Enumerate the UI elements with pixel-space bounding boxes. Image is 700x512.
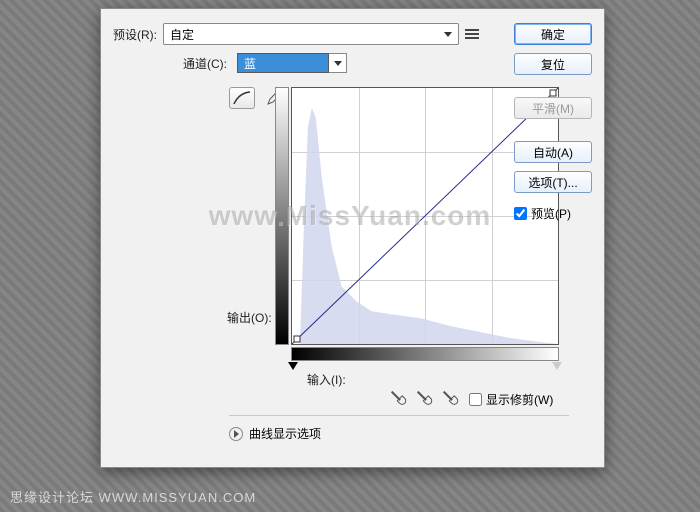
preview-label: 预览(P) — [531, 205, 571, 222]
channel-dropdown-arrow[interactable] — [329, 53, 347, 73]
curves-dialog: 预设(R): 自定 通道(C): 蓝 输出(O): — [100, 8, 605, 468]
preset-menu-icon[interactable] — [465, 29, 479, 39]
input-gradient — [291, 347, 559, 361]
ok-button[interactable]: 确定 — [514, 23, 592, 45]
white-point-slider[interactable] — [552, 362, 562, 370]
gray-eyedropper-icon[interactable] — [411, 385, 436, 410]
curve-point-shadow[interactable] — [294, 335, 301, 342]
preset-label: 预设(R): — [113, 26, 157, 43]
show-clipping-label: 显示修剪(W) — [486, 391, 553, 408]
curve-tool-icon[interactable] — [229, 87, 255, 109]
separator — [229, 415, 569, 416]
black-point-slider[interactable] — [288, 362, 298, 370]
channel-label: 通道(C): — [183, 55, 227, 72]
channel-dropdown[interactable]: 蓝 — [237, 53, 329, 73]
smooth-button: 平滑(M) — [514, 97, 592, 119]
cancel-button[interactable]: 复位 — [514, 53, 592, 75]
auto-button[interactable]: 自动(A) — [514, 141, 592, 163]
input-label: 输入(I): — [307, 371, 346, 388]
preset-value: 自定 — [170, 26, 194, 43]
preview-checkbox[interactable] — [514, 207, 527, 220]
expand-icon[interactable] — [229, 427, 243, 441]
curve-display-options-label[interactable]: 曲线显示选项 — [249, 425, 321, 442]
black-eyedropper-icon[interactable] — [385, 385, 410, 410]
white-eyedropper-icon[interactable] — [437, 385, 462, 410]
output-label: 输出(O): — [227, 309, 272, 326]
preset-dropdown[interactable]: 自定 — [163, 23, 459, 45]
channel-value: 蓝 — [244, 55, 256, 72]
options-button[interactable]: 选项(T)... — [514, 171, 592, 193]
output-gradient — [275, 87, 289, 345]
footer-text: 思缘设计论坛 WWW.MISSYUAN.COM — [10, 487, 256, 506]
show-clipping-checkbox[interactable] — [469, 393, 482, 406]
